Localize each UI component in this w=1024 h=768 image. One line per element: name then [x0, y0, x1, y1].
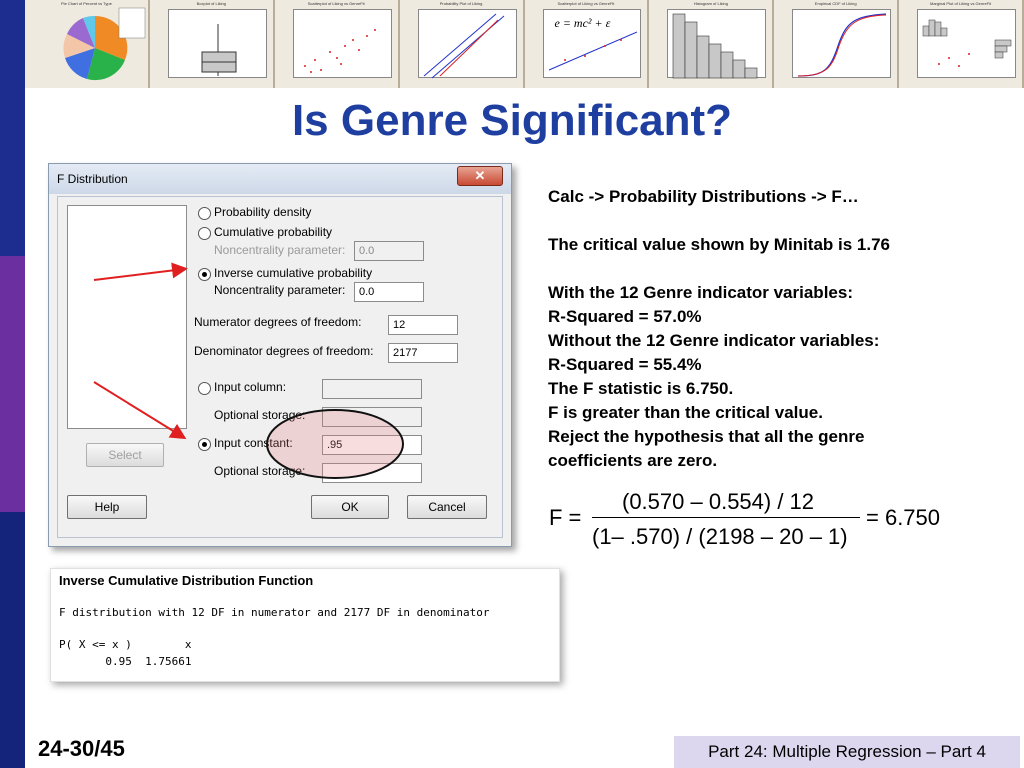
denominator-df-label: Denominator degrees of freedom:: [194, 344, 374, 358]
noncentrality-input-disabled: 0.0: [354, 241, 424, 261]
formula-result: = 6.750: [866, 505, 941, 530]
ok-button[interactable]: OK: [311, 495, 389, 519]
cumulative-probability-radio[interactable]: [198, 227, 211, 240]
ecdf-graphic: [798, 13, 887, 77]
thumbnail-scatter-regression: Scatterplot of Liking vs GenreFit e = mc…: [524, 0, 650, 88]
f-statistic-text: The F statistic is 6.750.: [548, 379, 734, 398]
input-constant-label[interactable]: Input constant:: [214, 436, 293, 450]
noncentrality-label: Noncentrality parameter:: [214, 283, 346, 297]
denominator-df-input[interactable]: 2177: [388, 343, 458, 363]
page-title: Is Genre Significant?: [291, 96, 733, 145]
optional-storage-field: [322, 407, 422, 427]
accent-block-bottom: [0, 512, 25, 768]
formula-lhs: F =: [549, 505, 582, 530]
dialog-body: Probability density Cumulative probabili…: [57, 196, 503, 538]
marginal-graphic: [922, 19, 1012, 67]
cumulative-probability-label[interactable]: Cumulative probability: [214, 225, 332, 239]
session-output-panel: Inverse Cumulative Distribution Function…: [50, 568, 560, 682]
thumbnail-scatterplot: Scatterplot of Liking vs GenreFit: [274, 0, 400, 88]
input-column-label[interactable]: Input column:: [214, 380, 286, 394]
select-button[interactable]: Select: [86, 443, 164, 467]
fraction-bar: [592, 517, 860, 518]
thumbnail-marginal-plot: Marginal Plot of Liking vs GenreFit: [899, 0, 1024, 88]
thumbnail-probability-plot: Probability Plot of Liking: [399, 0, 525, 88]
thumbnail-pie-chart: Pie Chart of Percent vs Type: [25, 0, 150, 88]
formula-denominator: (1– .570) / (2198 – 20 – 1): [592, 524, 848, 549]
cancel-button[interactable]: Cancel: [407, 495, 487, 519]
inverse-cumulative-radio[interactable]: [198, 268, 211, 281]
session-line: P( X <= x ) x: [59, 638, 192, 651]
menu-path-text: Calc -> Probability Distributions -> F…: [548, 187, 859, 206]
r-squared-without-text: R-Squared = 55.4%: [548, 355, 702, 374]
probability-plot-graphic: [423, 13, 504, 79]
session-line: 0.95 1.75661: [59, 655, 192, 668]
noncentrality-input[interactable]: 0.0: [354, 282, 424, 302]
with-genre-text: With the 12 Genre indicator variables:: [548, 283, 853, 302]
input-column-field: [322, 379, 422, 399]
session-line: F distribution with 12 DF in numerator a…: [59, 606, 490, 619]
numerator-df-label: Numerator degrees of freedom:: [194, 315, 362, 329]
reject-text-2: coefficients are zero.: [548, 451, 718, 470]
pie-chart-graphic: [63, 7, 146, 81]
probability-density-radio[interactable]: [198, 207, 211, 220]
numerator-df-input[interactable]: 12: [388, 315, 458, 335]
input-constant-input[interactable]: .95: [322, 435, 422, 455]
reject-text-1: Reject the hypothesis that all the genre: [548, 427, 865, 446]
optional-storage-label-2: Optional storage:: [214, 464, 306, 478]
thumbnail-equation: e = mc² + ε: [554, 16, 611, 30]
thumbnail-ecdf: Empirical CDF of Liking: [774, 0, 900, 88]
help-button[interactable]: Help: [67, 495, 147, 519]
regression-graphic: [548, 31, 637, 71]
inverse-cumulative-label[interactable]: Inverse cumulative probability: [214, 266, 372, 280]
accent-block-middle: [0, 256, 25, 512]
footer-part-label: Part 24: Multiple Regression – Part 4: [674, 736, 1020, 768]
dialog-titlebar[interactable]: F Distribution ✕: [49, 164, 511, 194]
input-constant-radio[interactable]: [198, 438, 211, 451]
greater-text: F is greater than the critical value.: [548, 403, 823, 422]
input-column-radio[interactable]: [198, 382, 211, 395]
thumbnail-histogram: Histogram of Liking: [649, 0, 775, 88]
critical-value-text: The critical value shown by Minitab is 1…: [548, 235, 890, 254]
close-button[interactable]: ✕: [457, 166, 503, 186]
boxplot-graphic: [201, 24, 237, 76]
thumbnail-strip: Pie Chart of Percent vs Type Boxplot of …: [25, 0, 1024, 88]
histogram-graphic: [673, 13, 758, 79]
f-distribution-dialog: F Distribution ✕ Probability density Cum…: [48, 163, 512, 547]
without-genre-text: Without the 12 Genre indicator variables…: [548, 331, 880, 350]
thumbnail-boxplot: Boxplot of Liking: [149, 0, 275, 88]
r-squared-with-text: R-Squared = 57.0%: [548, 307, 702, 326]
variable-list[interactable]: [67, 205, 187, 429]
optional-storage-label: Optional storage:: [214, 408, 306, 422]
dialog-title: F Distribution: [57, 172, 128, 186]
slide-number: 24-30/45: [38, 736, 125, 761]
optional-storage-input-2[interactable]: [322, 463, 422, 483]
session-header: Inverse Cumulative Distribution Function: [59, 573, 314, 588]
probability-density-label[interactable]: Probability density: [214, 205, 311, 219]
formula-numerator: (0.570 – 0.554) / 12: [622, 489, 815, 514]
noncentrality-label-disabled: Noncentrality parameter:: [214, 243, 346, 257]
scatter-graphic: [303, 29, 376, 73]
